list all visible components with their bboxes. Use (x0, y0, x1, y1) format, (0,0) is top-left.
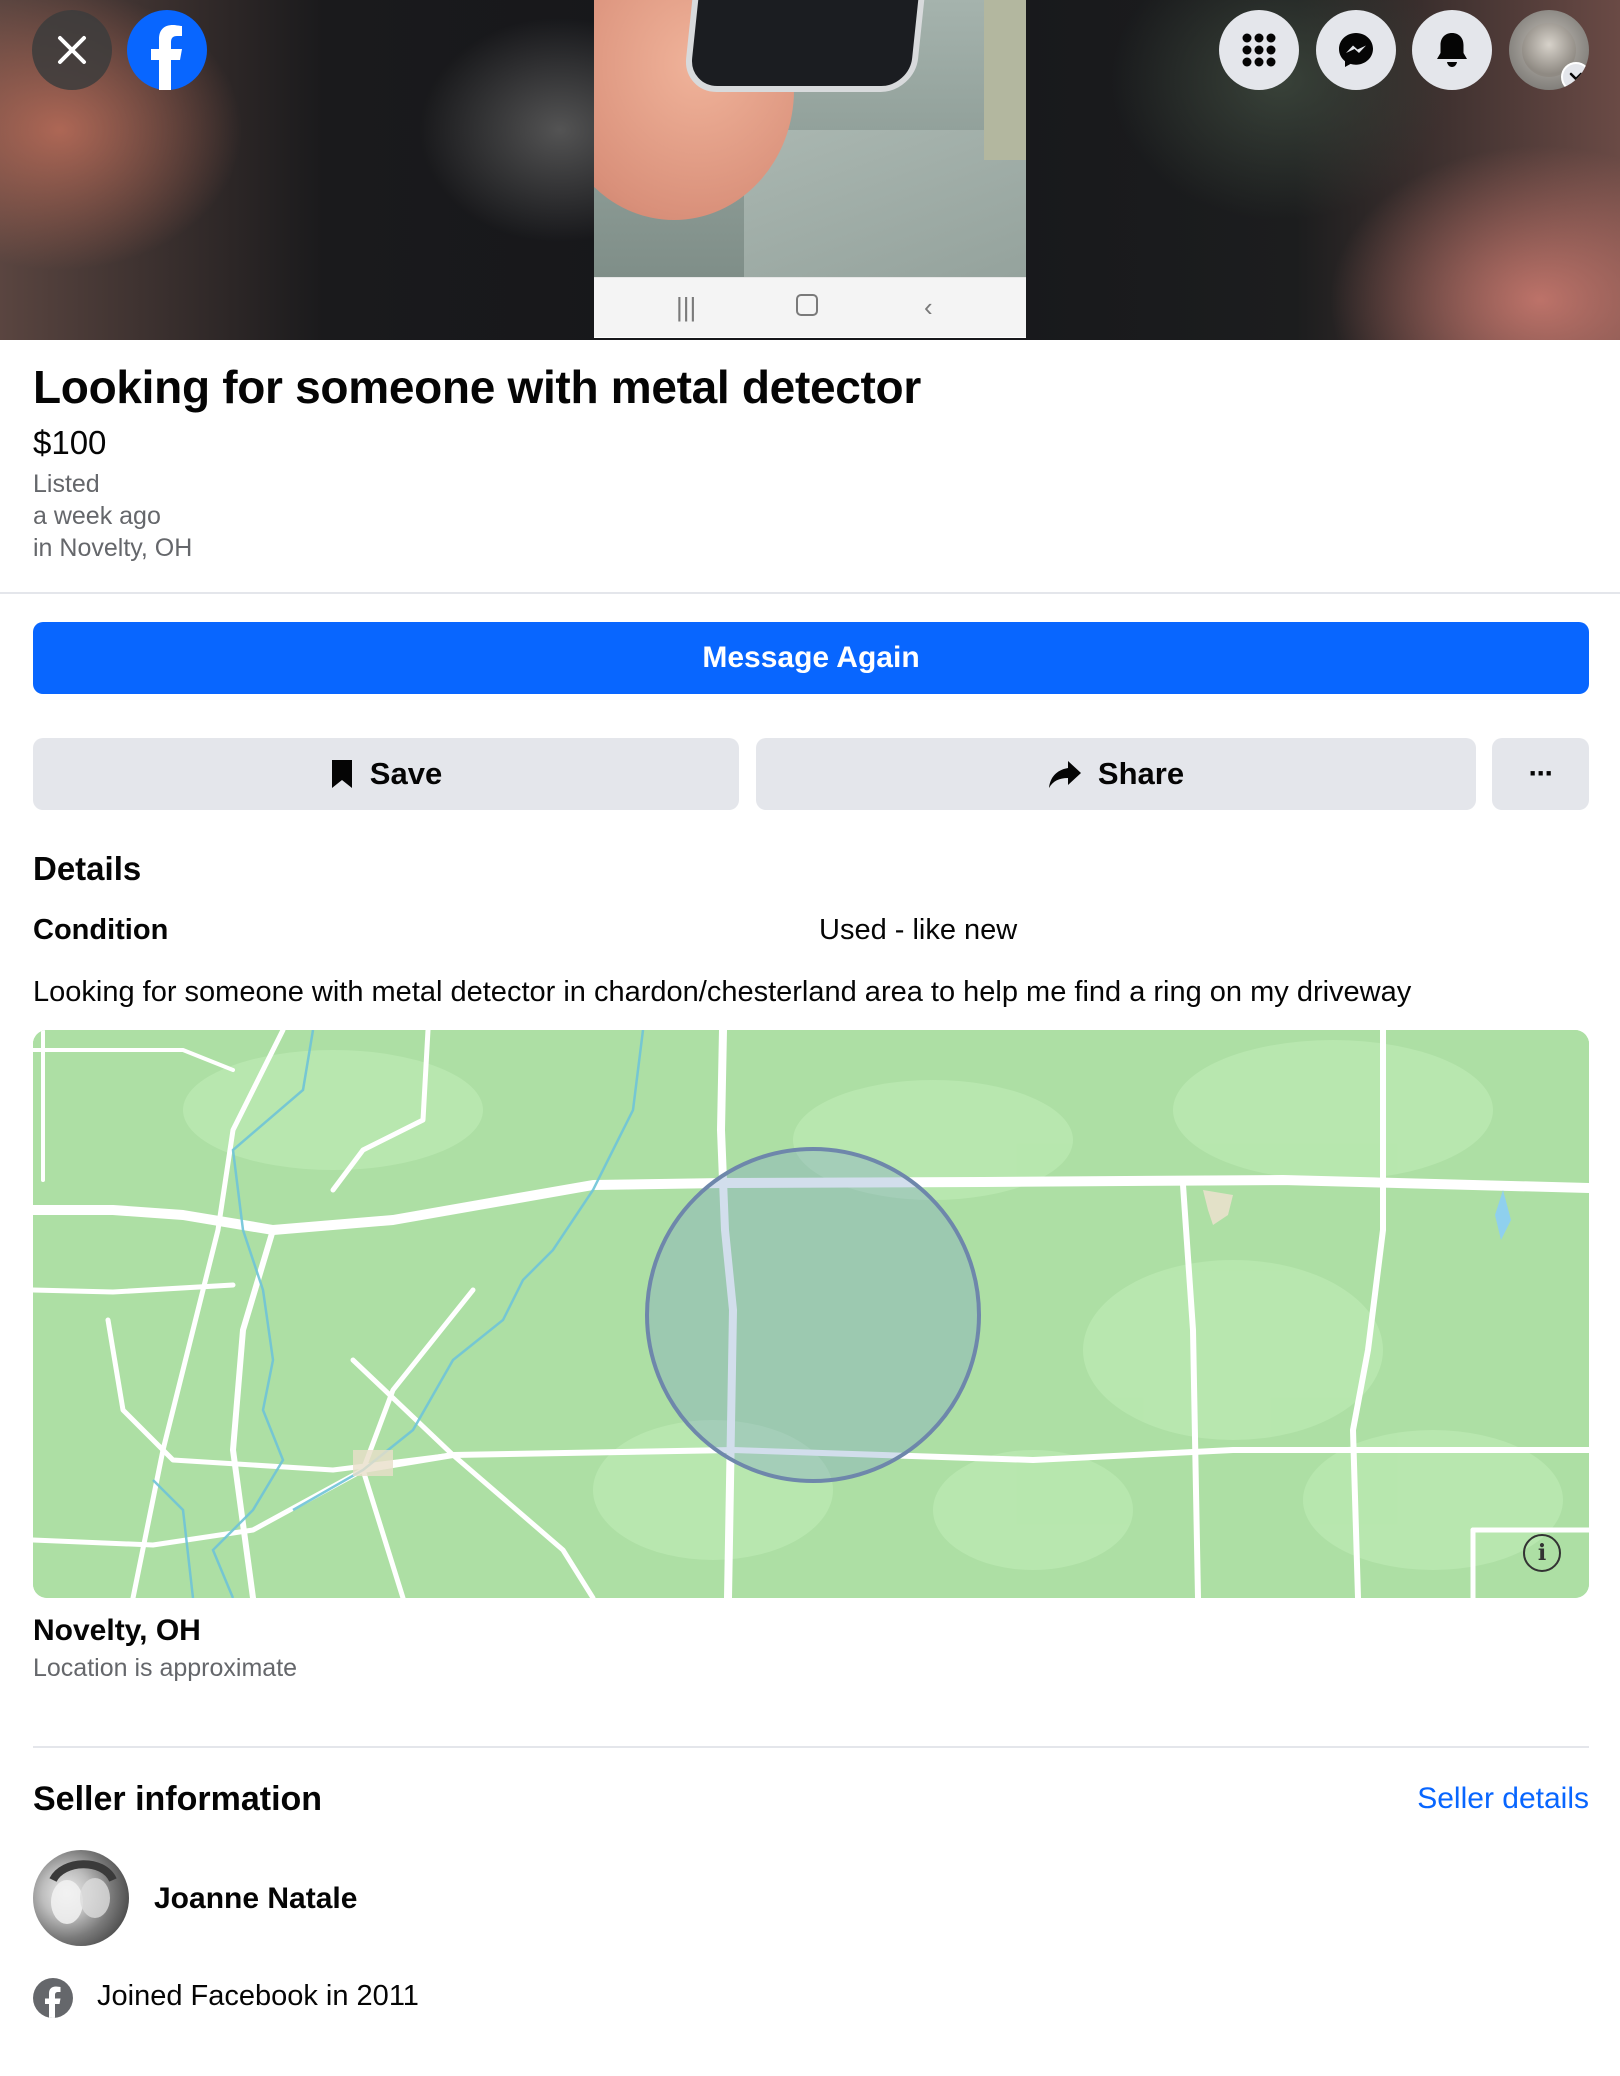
share-arrow-icon (1048, 761, 1081, 788)
divider (33, 1746, 1589, 1748)
message-again-button[interactable]: Message Again (33, 622, 1589, 694)
facebook-icon (33, 1978, 73, 2018)
listed-location: in Novelty, OH (33, 534, 193, 562)
facebook-logo-icon (151, 25, 182, 90)
listing-photo-banner[interactable]: ||| ‹ (0, 0, 1620, 340)
seller-heading: Seller information (33, 1780, 323, 1818)
details-heading: Details (33, 850, 142, 887)
seller-details-link[interactable]: Seller details (1417, 1782, 1589, 1816)
account-button[interactable] (1509, 10, 1589, 90)
messenger-button[interactable] (1316, 10, 1396, 90)
listing-price: $100 (33, 424, 107, 461)
more-dots-icon: ··· (1528, 757, 1555, 790)
listed-label: Listed (33, 470, 100, 498)
condition-value: Used - like new (819, 914, 1018, 946)
close-icon (58, 36, 86, 64)
messenger-icon (1339, 33, 1373, 67)
apps-grid-icon (1242, 33, 1276, 67)
menu-button[interactable] (1219, 10, 1299, 90)
notifications-button[interactable] (1412, 10, 1492, 90)
seller-name[interactable]: Joanne Natale (154, 1882, 357, 1916)
location-title: Novelty, OH (33, 1614, 201, 1647)
save-label: Save (369, 756, 443, 791)
share-button[interactable]: Share (756, 738, 1476, 810)
map-info-icon[interactable]: i (1523, 1534, 1561, 1572)
map-tiles (33, 1030, 1589, 1598)
condition-label: Condition (33, 914, 169, 946)
listing-title: Looking for someone with metal detector (33, 361, 921, 413)
bookmark-icon (331, 760, 352, 788)
location-map[interactable]: i (33, 1030, 1589, 1598)
more-options-button[interactable]: ··· (1492, 738, 1589, 810)
share-label: Share (1097, 756, 1185, 791)
seller-joined-text: Joined Facebook in 2011 (97, 1980, 419, 2012)
listed-time: a week ago (33, 502, 161, 530)
save-button[interactable]: Save (33, 738, 739, 810)
facebook-home-button[interactable] (127, 10, 207, 90)
listing-description: Looking for someone with metal detector … (33, 976, 1412, 1008)
bell-icon (1437, 33, 1467, 67)
chevron-down-icon (1561, 62, 1589, 90)
photo-content (594, 0, 1026, 277)
location-subtitle: Location is approximate (33, 1654, 298, 1682)
seller-avatar[interactable] (33, 1850, 129, 1946)
listing-photo: ||| ‹ (594, 0, 1026, 338)
close-button[interactable] (32, 10, 112, 90)
divider (0, 592, 1620, 594)
photo-phone-navbar: ||| ‹ (594, 277, 1026, 337)
